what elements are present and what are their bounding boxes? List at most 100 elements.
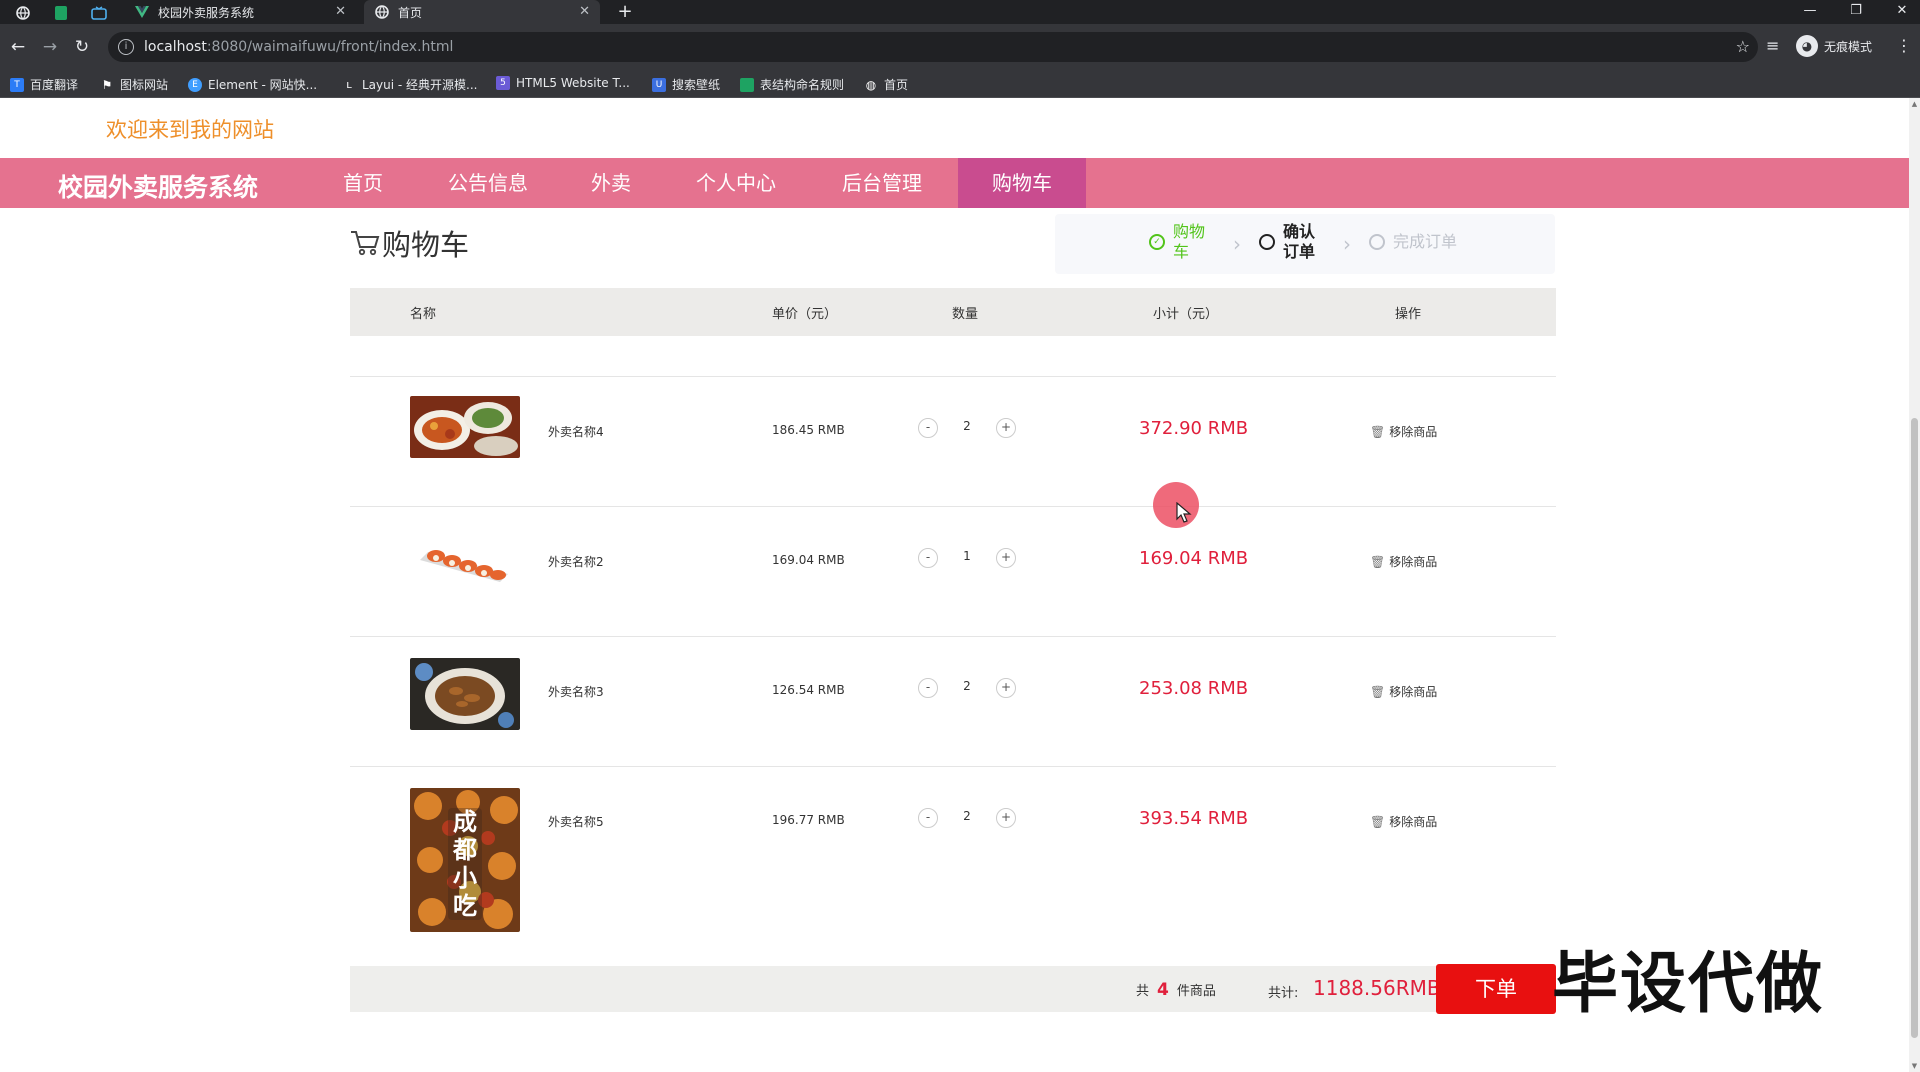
- divider: [350, 376, 1556, 377]
- bookmark-item[interactable]: T 百度翻译: [10, 76, 78, 93]
- cart-summary-bar: 共 4 件商品 共计: 1188.56RMB: [350, 966, 1556, 1012]
- reading-list-icon[interactable]: ≡: [1766, 36, 1779, 55]
- bookmark-item[interactable]: E Element - 网站快...: [188, 76, 317, 93]
- wallpaper-icon: U: [652, 77, 666, 92]
- cart-icon: [351, 231, 380, 256]
- url-path: :8080/waimaifuwu/front/index.html: [206, 39, 454, 55]
- globe-icon: [16, 6, 30, 20]
- globe-icon: [374, 4, 390, 20]
- nav-personal-center[interactable]: 个人中心: [680, 158, 792, 208]
- browser-tab-strip: 校园外卖服务系统 ✕ 首页 ✕ + — ❐ ✕: [0, 0, 1920, 24]
- trash-icon: 🗑: [1370, 814, 1386, 829]
- nav-admin[interactable]: 后台管理: [826, 158, 938, 208]
- scrollbar-thumb[interactable]: [1911, 418, 1918, 1038]
- new-tab-button[interactable]: +: [612, 0, 638, 24]
- increase-button[interactable]: +: [996, 678, 1016, 698]
- pinned-tab-tv[interactable]: [84, 2, 114, 24]
- decrease-button[interactable]: -: [918, 808, 938, 828]
- remove-item-button[interactable]: 🗑 移除商品: [1370, 683, 1437, 700]
- col-quantity: 数量: [952, 307, 979, 322]
- flag-icon: ⚑: [101, 77, 113, 92]
- html5-icon: 5: [496, 76, 510, 90]
- quantity-value[interactable]: 2: [938, 809, 996, 823]
- nav-takeout[interactable]: 外卖: [568, 158, 654, 208]
- remove-item-button[interactable]: 🗑 移除商品: [1370, 423, 1437, 440]
- address-bar[interactable]: i localhost :8080/waimaifuwu/front/index…: [108, 32, 1758, 62]
- site-brand: 校园外卖服务系统: [58, 173, 259, 202]
- element-icon: E: [188, 77, 202, 92]
- close-icon[interactable]: ✕: [579, 4, 590, 19]
- back-arrow-icon[interactable]: ←: [6, 35, 30, 59]
- step-confirm-order: 确认订单: [1259, 222, 1329, 262]
- increase-button[interactable]: +: [996, 808, 1016, 828]
- food-image: [410, 530, 520, 592]
- window-close-button[interactable]: ✕: [1880, 0, 1920, 24]
- item-count: 共 4 件商品: [1136, 980, 1216, 1000]
- watermark-text: 毕设代做: [1552, 945, 1824, 1022]
- bookmark-item[interactable]: ʟ Layui - 经典开源模...: [342, 76, 477, 93]
- decrease-button[interactable]: -: [918, 418, 938, 438]
- remove-item-button[interactable]: 🗑 移除商品: [1370, 553, 1437, 570]
- globe-icon: ◍: [865, 77, 877, 92]
- quantity-value[interactable]: 2: [938, 679, 996, 693]
- item-name: 外卖名称5: [548, 815, 604, 829]
- pinned-tab-sheets[interactable]: [46, 2, 76, 24]
- increase-button[interactable]: +: [996, 418, 1016, 438]
- col-subtotal: 小计（元）: [1153, 307, 1219, 322]
- tab-campus-delivery[interactable]: 校园外卖服务系统 ✕: [124, 0, 356, 24]
- vue-icon: [134, 4, 150, 20]
- trash-icon: 🗑: [1370, 424, 1386, 439]
- scroll-up-icon[interactable]: ▲: [1909, 100, 1920, 108]
- table-row: 外卖名称2 169.04 RMB - 1 + 169.04 RMB 🗑 移除商品: [350, 526, 1556, 636]
- cart-table-header: 名称 单价（元） 数量 小计（元） 操作: [350, 288, 1556, 336]
- nav-home[interactable]: 首页: [320, 158, 406, 208]
- divider: [350, 506, 1556, 507]
- decrease-button[interactable]: -: [918, 678, 938, 698]
- item-subtotal: 253.08 RMB: [1139, 678, 1249, 699]
- incognito-icon: ◕: [1796, 35, 1818, 57]
- quantity-stepper: - 2 +: [918, 678, 1016, 698]
- bookmark-item[interactable]: ⚑ 图标网站: [100, 76, 168, 93]
- page-scrollbar[interactable]: ▲ ▼: [1909, 98, 1920, 1072]
- quantity-value[interactable]: 1: [938, 549, 996, 563]
- minimize-button[interactable]: —: [1788, 0, 1832, 24]
- nav-cart[interactable]: 购物车: [958, 158, 1086, 208]
- close-icon[interactable]: ✕: [335, 4, 346, 19]
- bookmark-star-icon[interactable]: ☆: [1736, 37, 1750, 56]
- bookmark-item[interactable]: ◍ 首页: [864, 76, 908, 93]
- quantity-value[interactable]: 2: [938, 419, 996, 433]
- item-subtotal: 393.54 RMB: [1139, 808, 1249, 829]
- item-price: 126.54 RMB: [772, 683, 845, 697]
- divider: [350, 636, 1556, 637]
- food-image: [410, 658, 520, 730]
- reload-icon[interactable]: ↻: [70, 35, 94, 59]
- url-host: localhost: [144, 39, 207, 55]
- main-navbar: 校园外卖服务系统 首页 公告信息 外卖 个人中心 后台管理 购物车: [0, 158, 1909, 208]
- site-info-icon[interactable]: i: [118, 39, 134, 55]
- tab-home[interactable]: 首页 ✕: [364, 0, 600, 24]
- circle-icon: [1369, 234, 1385, 250]
- cart-title: 购物车: [350, 222, 469, 264]
- place-order-button[interactable]: 下单: [1436, 964, 1556, 1014]
- mouse-pointer-icon: [1176, 502, 1192, 523]
- nav-announcements[interactable]: 公告信息: [432, 158, 544, 208]
- pinned-tab-globe[interactable]: [8, 2, 38, 24]
- step-label: 购物车: [1173, 222, 1206, 261]
- more-menu-icon[interactable]: ⋮: [1896, 36, 1912, 55]
- decrease-button[interactable]: -: [918, 548, 938, 568]
- incognito-profile[interactable]: ◕ 无痕模式: [1796, 35, 1872, 57]
- total-value: 1188.56RMB: [1313, 976, 1441, 1000]
- bookmark-item[interactable]: U 搜索壁纸: [652, 76, 720, 93]
- cursor-highlight: [1153, 482, 1199, 528]
- sheet-icon: [740, 77, 754, 92]
- scroll-down-icon[interactable]: ▼: [1909, 1062, 1920, 1070]
- bookmark-item[interactable]: 表结构命名规则: [740, 76, 844, 93]
- chevron-right-icon: ›: [1233, 232, 1241, 256]
- forward-arrow-icon[interactable]: →: [38, 35, 62, 59]
- increase-button[interactable]: +: [996, 548, 1016, 568]
- circle-icon: [1259, 234, 1275, 250]
- bookmark-item[interactable]: 5 HTML5 Website T...: [496, 76, 630, 90]
- remove-item-button[interactable]: 🗑 移除商品: [1370, 813, 1437, 830]
- food-image-caption: 成都小吃: [453, 808, 477, 920]
- restore-button[interactable]: ❐: [1834, 0, 1878, 24]
